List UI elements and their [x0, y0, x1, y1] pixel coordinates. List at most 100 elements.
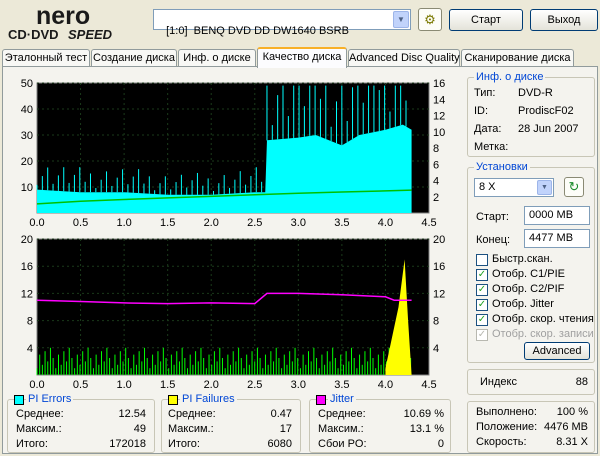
checkbox-label-2: Отобр. C2/PIF — [492, 283, 565, 295]
y-right-tick-label: 14 — [433, 94, 445, 106]
drive-select-value: [1:0] BENQ DVD DD DW1640 BSRB — [166, 25, 349, 37]
y-right-tick-label: 4 — [433, 176, 439, 188]
pi-errors-max-value: 49 — [133, 423, 146, 435]
logo-speed-text: SPEED — [68, 27, 113, 42]
y-left-tick-label: 20 — [21, 156, 33, 168]
refresh-speed-button[interactable]: ↻ — [564, 177, 584, 197]
end-field[interactable]: 4477 MB — [524, 229, 590, 248]
pi-errors-chart: 0.0 0.5 1.0 1.5 2.0 2.5 3.0 3.5 4.0 4.5 10 20 30 40 50… — [21, 78, 446, 229]
start-field[interactable]: 0000 MB — [524, 206, 590, 225]
x-tick-label: 0.5 — [73, 217, 88, 229]
y-right-tick-label: 6 — [433, 159, 439, 171]
pi-failures-max-label: Максим.: — [168, 423, 214, 435]
chevron-down-icon[interactable]: ▼ — [537, 180, 552, 195]
speed-value: 8.31 X — [556, 436, 588, 448]
checkbox-0[interactable] — [476, 254, 488, 266]
pi-failures-stats: PI Failures Среднее: 0.47 Максим.: 17 Ит… — [161, 393, 301, 453]
checkbox-label-1: Отобр. C1/PIE — [492, 268, 565, 280]
progress-group: Выполнено: 100 % Положение: 4476 MB Скор… — [467, 401, 595, 453]
tab-bar: Эталонный тест Создание диска Инф. о дис… — [2, 47, 598, 68]
x-tick-label: 2.0 — [204, 217, 219, 229]
jitter-stats: Jitter Среднее: 10.69 % Максим.: 13.1 % … — [309, 393, 451, 453]
jitter-title: Jitter — [328, 393, 356, 405]
start-button[interactable]: Старт — [449, 9, 523, 31]
end-field-value: 4477 MB — [529, 232, 574, 244]
pi-failures-jitter-chart: 0.0 0.5 1.0 1.5 2.0 2.5 3.0 3.5 4.0 4.5 4 8 12 16 20 4 8… — [21, 234, 446, 391]
jitter-legend-swatch — [316, 395, 326, 405]
speed-select-value: 8 X — [479, 181, 496, 193]
tab-disc-quality[interactable]: Качество диска — [257, 47, 347, 68]
x-tick-label: 3.5 — [334, 217, 349, 229]
logo-nero-text: nero — [36, 2, 90, 30]
pi-failures-total-label: Итого: — [168, 438, 200, 450]
advanced-button[interactable]: Advanced — [524, 342, 590, 360]
x-tick-label: 2.5 — [247, 379, 262, 391]
start-field-value: 0000 MB — [529, 209, 574, 221]
checkbox-label-3: Отобр. Jitter — [492, 298, 554, 310]
speed-label: Скорость: — [476, 436, 527, 448]
pi-errors-title: PI Errors — [26, 393, 74, 405]
done-label: Выполнено: — [476, 406, 537, 418]
checkbox-5: ✓ — [476, 329, 488, 341]
y-left-tick-label: 4 — [27, 343, 33, 355]
y-right-tick-label: 2 — [433, 192, 439, 204]
disc-date-label: Дата: — [474, 123, 502, 135]
disc-info-title: Инф. о диске — [474, 71, 546, 83]
x-tick-label: 4.5 — [421, 217, 436, 229]
x-tick-label: 1.0 — [116, 379, 131, 391]
y-left-tick-label: 12 — [21, 288, 33, 300]
x-tick-label: 2.0 — [204, 379, 219, 391]
disc-info-group: Инф. о диске Тип: DVD-R ID: ProdiscF02 Д… — [467, 71, 595, 157]
tab-disc-info[interactable]: Инф. о диске — [178, 49, 256, 67]
x-tick-label: 1.5 — [160, 217, 175, 229]
x-tick-label: 3.5 — [334, 379, 349, 391]
x-tick-label: 0.0 — [29, 379, 44, 391]
checkbox-3[interactable]: ✓ — [476, 299, 488, 311]
logo-cddvd-text: CD·DVD — [8, 27, 59, 42]
drive-select[interactable]: [1:0] BENQ DVD DD DW1640 BSRB ▼ — [153, 9, 411, 37]
disc-id-label: ID: — [474, 105, 489, 117]
position-value: 4476 MB — [543, 421, 588, 433]
y-right-tick-label: 10 — [433, 127, 445, 139]
y-right-tick-label: 12 — [433, 111, 445, 123]
pi-errors-total-label: Итого: — [16, 438, 48, 450]
settings-group: Установки 8 X ▼ ↻ Старт: 0000 MB Конец: … — [467, 161, 595, 363]
x-tick-label: 4.5 — [421, 379, 436, 391]
pi-failures-max-value: 17 — [279, 423, 292, 435]
po-failures-label: Сбои PO: — [318, 438, 367, 450]
x-tick-label: 3.0 — [291, 379, 306, 391]
y-right-tick-label: 4 — [433, 343, 439, 355]
settings-title: Установки — [474, 161, 530, 173]
chevron-down-icon[interactable]: ▼ — [393, 11, 409, 28]
y-left-tick-label: 8 — [27, 316, 33, 328]
position-label: Положение: — [476, 421, 538, 433]
y-left-tick-label: 30 — [21, 130, 33, 142]
y-left-tick-label: 40 — [21, 104, 33, 116]
checkbox-2[interactable]: ✓ — [476, 284, 488, 296]
x-tick-label: 1.0 — [116, 217, 131, 229]
po-failures-value: 0 — [437, 438, 444, 450]
y-left-tick-label: 20 — [21, 234, 33, 246]
tab-create-disc[interactable]: Создание диска — [91, 49, 177, 67]
exit-button[interactable]: Выход — [530, 9, 598, 31]
checkbox-1[interactable]: ✓ — [476, 269, 488, 281]
tab-disc-scan[interactable]: Сканирование диска — [461, 49, 574, 67]
pi-errors-max-label: Максим.: — [16, 423, 62, 435]
refresh-drive-button[interactable]: ⚙ — [418, 8, 442, 31]
y-right-tick-label: 16 — [433, 261, 445, 273]
checkbox-4[interactable]: ✓ — [476, 314, 488, 326]
x-tick-label: 2.5 — [247, 217, 262, 229]
speed-select[interactable]: 8 X ▼ — [474, 178, 554, 197]
pi-failures-avg-value: 0.47 — [270, 408, 292, 420]
end-label: Конец: — [476, 234, 511, 246]
jitter-max-value: 13.1 % — [409, 423, 444, 435]
pi-failures-avg-label: Среднее: — [168, 408, 216, 420]
x-tick-label: 0.5 — [73, 379, 88, 391]
tab-benchmark[interactable]: Эталонный тест — [2, 49, 90, 67]
y-right-tick-label: 16 — [433, 78, 445, 90]
nero-logo: nero CD·DVD SPEED — [6, 2, 146, 42]
y-right-tick-label: 12 — [433, 288, 445, 300]
tab-advanced-disc-quality[interactable]: Advanced Disc Quality — [348, 49, 460, 67]
x-tick-label: 4.0 — [378, 217, 393, 229]
jitter-max-label: Максим.: — [318, 423, 364, 435]
